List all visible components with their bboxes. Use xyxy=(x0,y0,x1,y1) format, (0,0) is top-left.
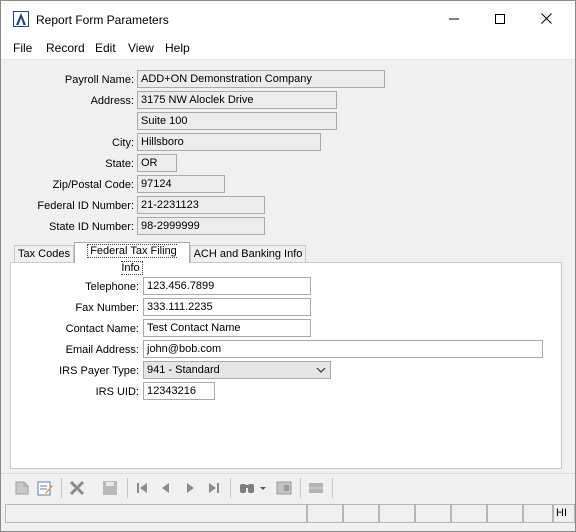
irs-payer-type-label: IRS Payer Type: xyxy=(59,365,139,377)
app-logo-icon xyxy=(13,11,29,27)
payroll-name-field[interactable]: ADD+ON Demonstration Company xyxy=(137,70,385,88)
address-line1-field[interactable]: 3175 NW Aloclek Drive xyxy=(137,91,337,109)
menu-bar: File Record Edit View Help xyxy=(1,37,575,60)
status-panel-7 xyxy=(487,504,523,523)
irs-uid-label: IRS UID: xyxy=(95,386,139,398)
address-line2-field[interactable]: Suite 100 xyxy=(137,112,337,130)
status-panel-2 xyxy=(307,504,343,523)
irs-uid-field[interactable]: 12343216 xyxy=(143,382,215,400)
last-record-icon[interactable] xyxy=(205,479,223,497)
toolbar-separator xyxy=(332,478,333,498)
status-panel-main xyxy=(5,504,307,523)
first-record-icon[interactable] xyxy=(133,479,151,497)
edit-form-icon[interactable] xyxy=(36,479,54,497)
zip-field[interactable]: 97124 xyxy=(137,175,225,193)
window-title: Report Form Parameters xyxy=(36,13,169,27)
zip-label: Zip/Postal Code: xyxy=(52,179,134,191)
maximize-icon xyxy=(495,14,505,24)
contact-name-field[interactable]: Test Contact Name xyxy=(143,319,311,337)
status-panel-3 xyxy=(343,504,379,523)
email-address-label: Email Address: xyxy=(65,344,139,356)
telephone-field[interactable]: 123.456.7899 xyxy=(143,277,311,295)
fax-number-label: Fax Number: xyxy=(75,302,139,314)
minimize-button[interactable] xyxy=(431,1,477,37)
menu-file[interactable]: File xyxy=(13,41,32,55)
menu-help[interactable]: Help xyxy=(165,41,190,55)
title-bar: Report Form Parameters xyxy=(1,1,575,37)
status-panel-8 xyxy=(523,504,553,523)
find-icon[interactable] xyxy=(238,479,256,497)
status-indicator: HI xyxy=(553,504,575,523)
state-label: State: xyxy=(105,158,134,170)
toolbar-separator xyxy=(300,478,301,498)
status-bar: HI xyxy=(1,504,575,526)
email-address-field[interactable]: john@bob.com xyxy=(143,340,543,358)
minimize-icon xyxy=(449,18,459,20)
find-dropdown-icon[interactable] xyxy=(259,479,267,497)
menu-view[interactable]: View xyxy=(128,41,154,55)
report-form-parameters-window: Report Form Parameters File Record Edit … xyxy=(0,0,576,532)
menu-edit[interactable]: Edit xyxy=(95,41,116,55)
toolbar-separator xyxy=(61,478,62,498)
status-panel-5 xyxy=(415,504,451,523)
telephone-label: Telephone: xyxy=(85,281,139,293)
state-id-label: State ID Number: xyxy=(49,221,134,233)
toolbar-separator xyxy=(127,478,128,498)
close-icon xyxy=(540,13,552,24)
irs-payer-type-select[interactable]: 941 - Standard xyxy=(143,361,331,379)
toolbar-separator xyxy=(230,478,231,498)
state-id-field[interactable]: 98-2999999 xyxy=(137,217,265,235)
payroll-name-label: Payroll Name: xyxy=(64,74,134,86)
chevron-down-icon xyxy=(316,367,326,373)
delete-icon[interactable] xyxy=(68,479,86,497)
fax-number-field[interactable]: 333.111.2235 xyxy=(143,298,311,316)
close-button[interactable] xyxy=(523,1,569,37)
menu-record[interactable]: Record xyxy=(46,41,85,55)
address-label: Address: xyxy=(90,95,134,107)
federal-id-field[interactable]: 21-2231123 xyxy=(137,196,265,214)
state-field[interactable]: OR xyxy=(137,154,177,172)
tab-ach-and-banking-info[interactable]: ACH and Banking Info xyxy=(190,245,306,263)
city-label: City: xyxy=(112,137,134,149)
next-record-icon[interactable] xyxy=(181,479,199,497)
city-field[interactable]: Hillsboro xyxy=(137,133,321,151)
maximize-button[interactable] xyxy=(477,1,523,37)
irs-payer-type-value: 941 - Standard xyxy=(147,364,220,376)
federal-id-label: Federal ID Number: xyxy=(37,200,134,212)
status-panel-6 xyxy=(451,504,487,523)
tab-federal-tax-filing-info[interactable]: Federal Tax Filing Info xyxy=(74,242,190,275)
list-icon[interactable] xyxy=(307,479,325,497)
tab-tax-codes[interactable]: Tax Codes xyxy=(14,245,74,263)
federal-tax-filing-panel: Telephone: 123.456.7899 Fax Number: 333.… xyxy=(10,262,562,469)
lookup-icon[interactable] xyxy=(275,479,293,497)
previous-record-icon[interactable] xyxy=(157,479,175,497)
new-record-icon[interactable] xyxy=(13,479,31,497)
status-panel-4 xyxy=(379,504,415,523)
save-icon[interactable] xyxy=(101,479,119,497)
contact-name-label: Contact Name: xyxy=(65,323,139,335)
record-toolbar xyxy=(1,473,575,502)
